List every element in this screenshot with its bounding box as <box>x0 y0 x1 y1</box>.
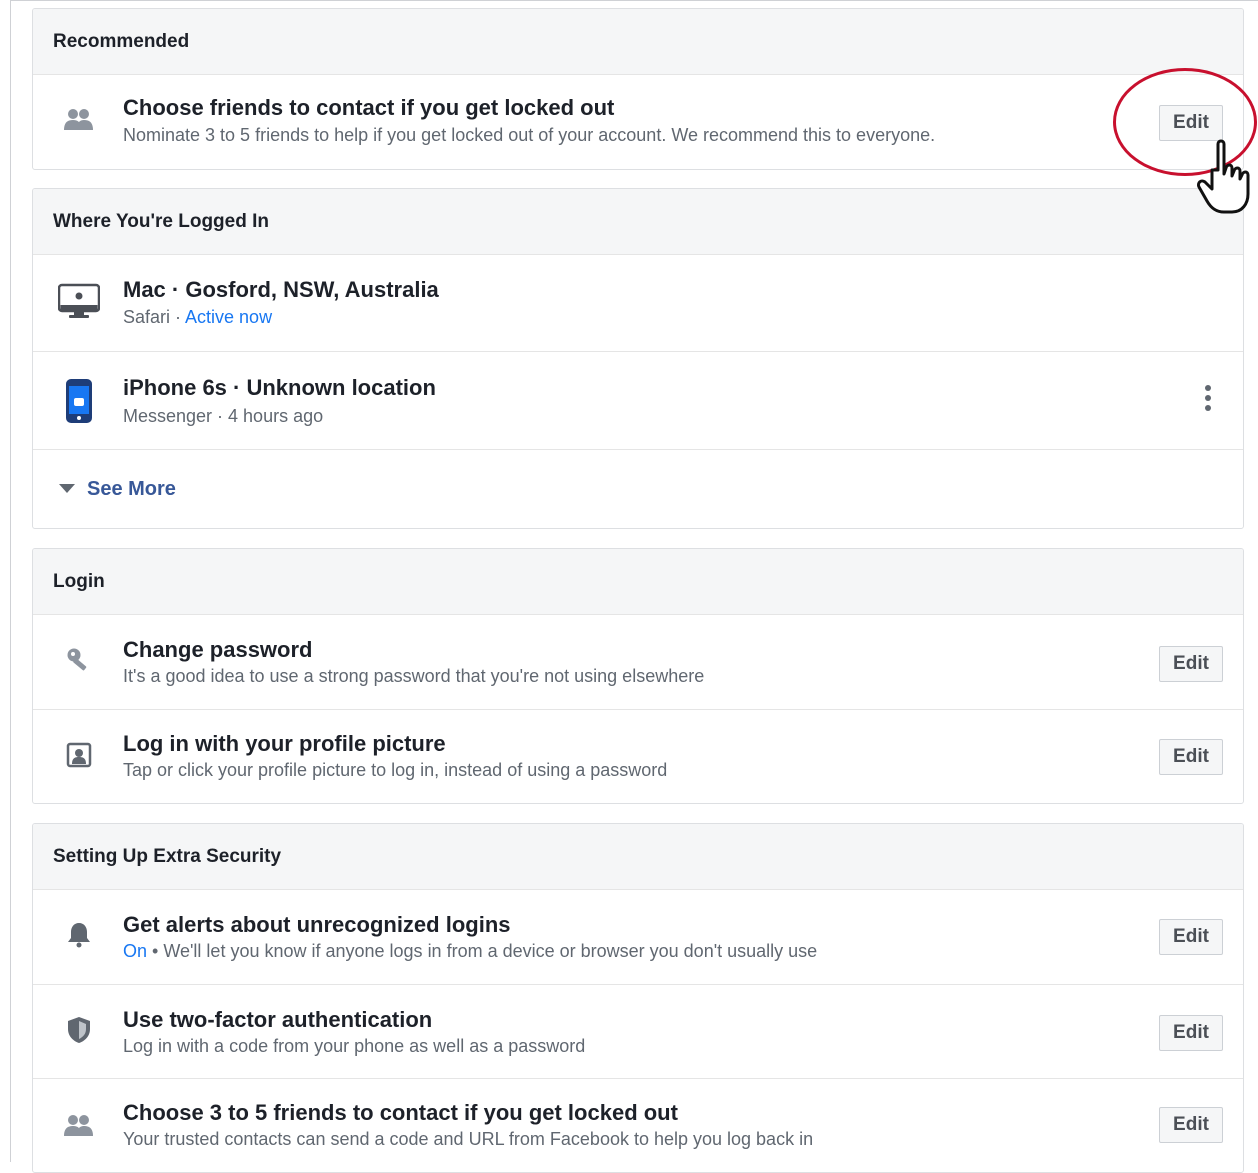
profile-picture-login-subtitle: Tap or click your profile picture to log… <box>123 760 668 780</box>
extra-security-header: Setting Up Extra Security <box>33 824 1243 890</box>
trusted-contacts-setup-row: Choose 3 to 5 friends to contact if you … <box>33 1079 1243 1172</box>
trusted-contacts-row: Choose friends to contact if you get loc… <box>33 75 1243 169</box>
two-factor-row: Use two-factor authentication Log in wit… <box>33 985 1243 1079</box>
session-row-mac[interactable]: Mac · Gosford, NSW, Australia Safari · A… <box>33 255 1243 352</box>
mac-monitor-icon <box>53 283 105 319</box>
edit-trusted-contacts-button[interactable]: Edit <box>1159 105 1223 141</box>
two-factor-title: Use two-factor authentication <box>123 1007 433 1032</box>
change-password-row: Change password It's a good idea to use … <box>33 615 1243 710</box>
change-password-title: Change password <box>123 637 313 662</box>
recommended-header: Recommended <box>33 9 1243 75</box>
session-mac-status: Active now <box>185 307 273 327</box>
hand-pointer-icon <box>1197 139 1250 214</box>
login-alerts-row: Get alerts about unrecognized logins On … <box>33 890 1243 985</box>
login-alerts-description: • We'll let you know if anyone logs in f… <box>147 941 818 961</box>
trusted-contacts-setup-title: Choose 3 to 5 friends to contact if you … <box>123 1100 678 1125</box>
session-iphone-title: iPhone 6s · Unknown location <box>123 375 436 400</box>
login-alerts-title: Get alerts about unrecognized logins <box>123 912 511 937</box>
edit-login-alerts-button[interactable]: Edit <box>1159 919 1223 955</box>
change-password-subtitle: It's a good idea to use a strong passwor… <box>123 666 705 686</box>
extra-security-section: Setting Up Extra Security Get alerts abo… <box>32 823 1244 1173</box>
trusted-contacts-title: Choose friends to contact if you get loc… <box>123 95 615 120</box>
edit-profile-picture-login-button[interactable]: Edit <box>1159 739 1223 775</box>
profile-picture-login-row: Log in with your profile picture Tap or … <box>33 710 1243 803</box>
session-iphone-subtitle: Messenger · 4 hours ago <box>123 406 324 426</box>
caret-down-icon <box>59 484 75 493</box>
session-mac-title: Mac · Gosford, NSW, Australia <box>123 277 439 302</box>
profile-picture-login-title: Log in with your profile picture <box>123 731 446 756</box>
profile-picture-icon <box>53 740 105 770</box>
session-options-icon[interactable] <box>1203 385 1213 411</box>
see-more-row: See More <box>33 450 1243 528</box>
people-icon <box>53 105 105 135</box>
login-section: Login Change password It's a good idea t… <box>32 548 1244 804</box>
login-header: Login <box>33 549 1243 615</box>
see-more-label: See More <box>87 477 176 500</box>
trusted-contacts-setup-subtitle: Your trusted contacts can send a code an… <box>123 1129 814 1149</box>
login-alerts-status: On <box>123 941 148 961</box>
edit-trusted-contacts-setup-button[interactable]: Edit <box>1159 1107 1223 1143</box>
trusted-contacts-subtitle: Nominate 3 to 5 friends to help if you g… <box>123 125 936 145</box>
key-icon <box>53 645 105 675</box>
shield-icon <box>53 1015 105 1045</box>
logged-in-section: Where You're Logged In Mac · Gosford, NS… <box>32 188 1244 529</box>
people-icon <box>53 1111 105 1141</box>
recommended-section: Recommended Choose friends to contact if… <box>32 8 1244 170</box>
iphone-icon <box>53 378 105 424</box>
session-row-iphone[interactable]: iPhone 6s · Unknown location Messenger ·… <box>33 352 1243 450</box>
edit-password-button[interactable]: Edit <box>1159 646 1223 682</box>
two-factor-subtitle: Log in with a code from your phone as we… <box>123 1036 586 1056</box>
login-alerts-subtitle: On • We'll let you know if anyone logs i… <box>123 941 817 962</box>
session-mac-subtitle: Safari · Active now <box>123 307 272 328</box>
logged-in-header: Where You're Logged In <box>33 189 1243 255</box>
bell-icon <box>53 920 105 950</box>
session-mac-browser: Safari · <box>123 307 186 327</box>
edit-two-factor-button[interactable]: Edit <box>1159 1015 1223 1051</box>
see-more-link[interactable]: See More <box>59 450 176 528</box>
